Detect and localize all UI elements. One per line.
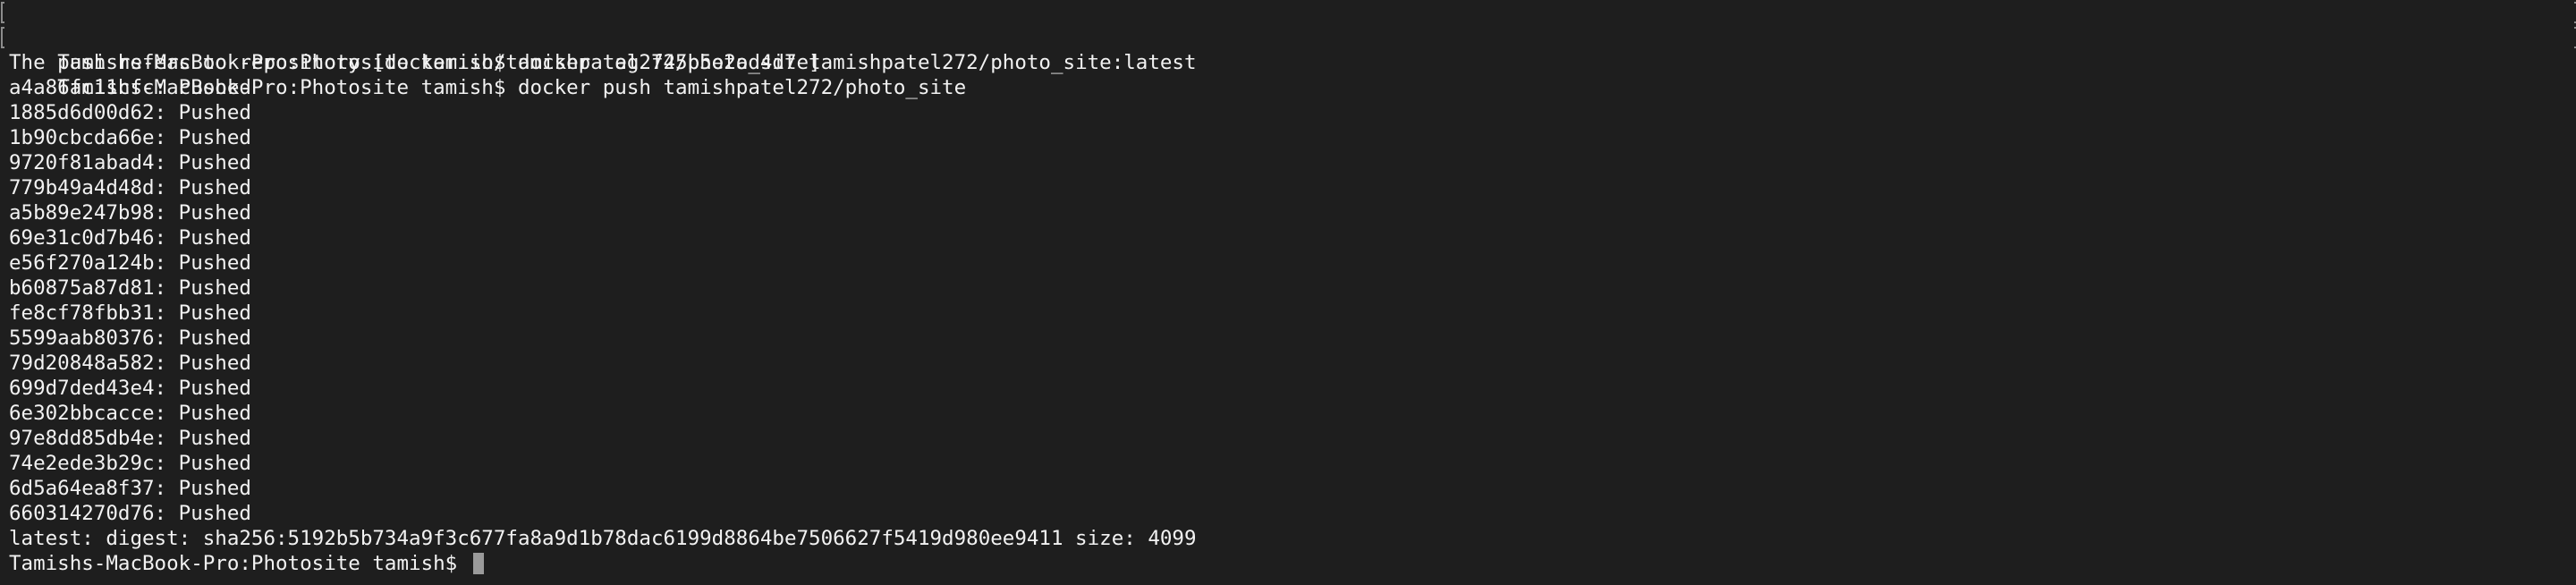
terminal-line-text: fe8cf78fbb31: Pushed xyxy=(9,301,251,325)
terminal-line: 779b49a4d48d: Pushed xyxy=(9,175,2576,200)
terminal-line-text: 660314270d76: Pushed xyxy=(9,502,251,525)
terminal-line-text: 1885d6d00d62: Pushed xyxy=(9,101,251,124)
terminal-line-text: 9720f81abad4: Pushed xyxy=(9,151,251,174)
terminal-line: b60875a87d81: Pushed xyxy=(9,276,2576,301)
terminal-line-text: b60875a87d81: Pushed xyxy=(9,276,251,300)
terminal-line-text: 779b49a4d48d: Pushed xyxy=(9,176,251,199)
terminal-line: 69e31c0d7b46: Pushed xyxy=(9,225,2576,250)
terminal-line: 6e302bbcacce: Pushed xyxy=(9,401,2576,426)
terminal-line-text: e56f270a124b: Pushed xyxy=(9,251,251,275)
terminal-line: 79d20848a582: Pushed xyxy=(9,351,2576,376)
terminal-line: 699d7ded43e4: Pushed xyxy=(9,376,2576,401)
shell-prompt: Tamishs-MacBook-Pro:Photosite tamish$ xyxy=(9,552,470,575)
terminal-line: 660314270d76: Pushed xyxy=(9,501,2576,526)
terminal-line: 1b90cbcda66e: Pushed xyxy=(9,125,2576,150)
text-cursor[interactable] xyxy=(472,553,484,574)
terminal-line-text: 97e8dd85db4e: Pushed xyxy=(9,427,251,450)
terminal-line: a4a86fc11cfc: Pushed xyxy=(9,75,2576,100)
terminal-line: The push refers to repository [docker.io… xyxy=(9,50,2576,75)
terminal-line-text: 79d20848a582: Pushed xyxy=(9,352,251,375)
terminal-line-text: a5b89e247b98: Pushed xyxy=(9,201,251,225)
terminal-line-text: 6e302bbcacce: Pushed xyxy=(9,402,251,425)
terminal-line: a5b89e247b98: Pushed xyxy=(9,200,2576,225)
terminal-line: 5599aab80376: Pushed xyxy=(9,326,2576,351)
terminal-line-text: The push refers to repository [docker.io… xyxy=(9,51,821,74)
terminal-line-text: latest: digest: sha256:5192b5b734a9f3c67… xyxy=(9,527,1197,550)
terminal-line: latest: digest: sha256:5192b5b734a9f3c67… xyxy=(9,526,2576,551)
terminal-line: e56f270a124b: Pushed xyxy=(9,250,2576,276)
terminal-line-text: 5599aab80376: Pushed xyxy=(9,326,251,350)
terminal-line: Tamishs-MacBook-Pro:Photosite tamish$ do… xyxy=(1,0,2576,74)
command-mark-left xyxy=(1,27,4,48)
terminal-line: 6d5a64ea8f37: Pushed xyxy=(9,476,2576,501)
terminal-line: Tamishs-MacBook-Pro:Photosite tamish$ do… xyxy=(1,25,2576,99)
terminal-prompt-line[interactable]: Tamishs-MacBook-Pro:Photosite tamish$ xyxy=(9,551,2576,576)
terminal-line-text: 6d5a64ea8f37: Pushed xyxy=(9,477,251,500)
terminal-line: fe8cf78fbb31: Pushed xyxy=(9,301,2576,326)
terminal-line: 97e8dd85db4e: Pushed xyxy=(9,426,2576,451)
command-mark-left xyxy=(1,2,4,23)
terminal-line-text: 74e2ede3b29c: Pushed xyxy=(9,452,251,475)
terminal-line: 9720f81abad4: Pushed xyxy=(9,150,2576,175)
terminal-line-text: 1b90cbcda66e: Pushed xyxy=(9,126,251,149)
terminal-line-text: 69e31c0d7b46: Pushed xyxy=(9,226,251,250)
terminal-line-text: 699d7ded43e4: Pushed xyxy=(9,377,251,400)
terminal-line: 74e2ede3b29c: Pushed xyxy=(9,451,2576,476)
terminal-window[interactable]: Tamishs-MacBook-Pro:Photosite tamish$ do… xyxy=(0,0,2576,585)
terminal-line-text: a4a86fc11cfc: Pushed xyxy=(9,76,251,99)
terminal-line: 1885d6d00d62: Pushed xyxy=(9,100,2576,125)
